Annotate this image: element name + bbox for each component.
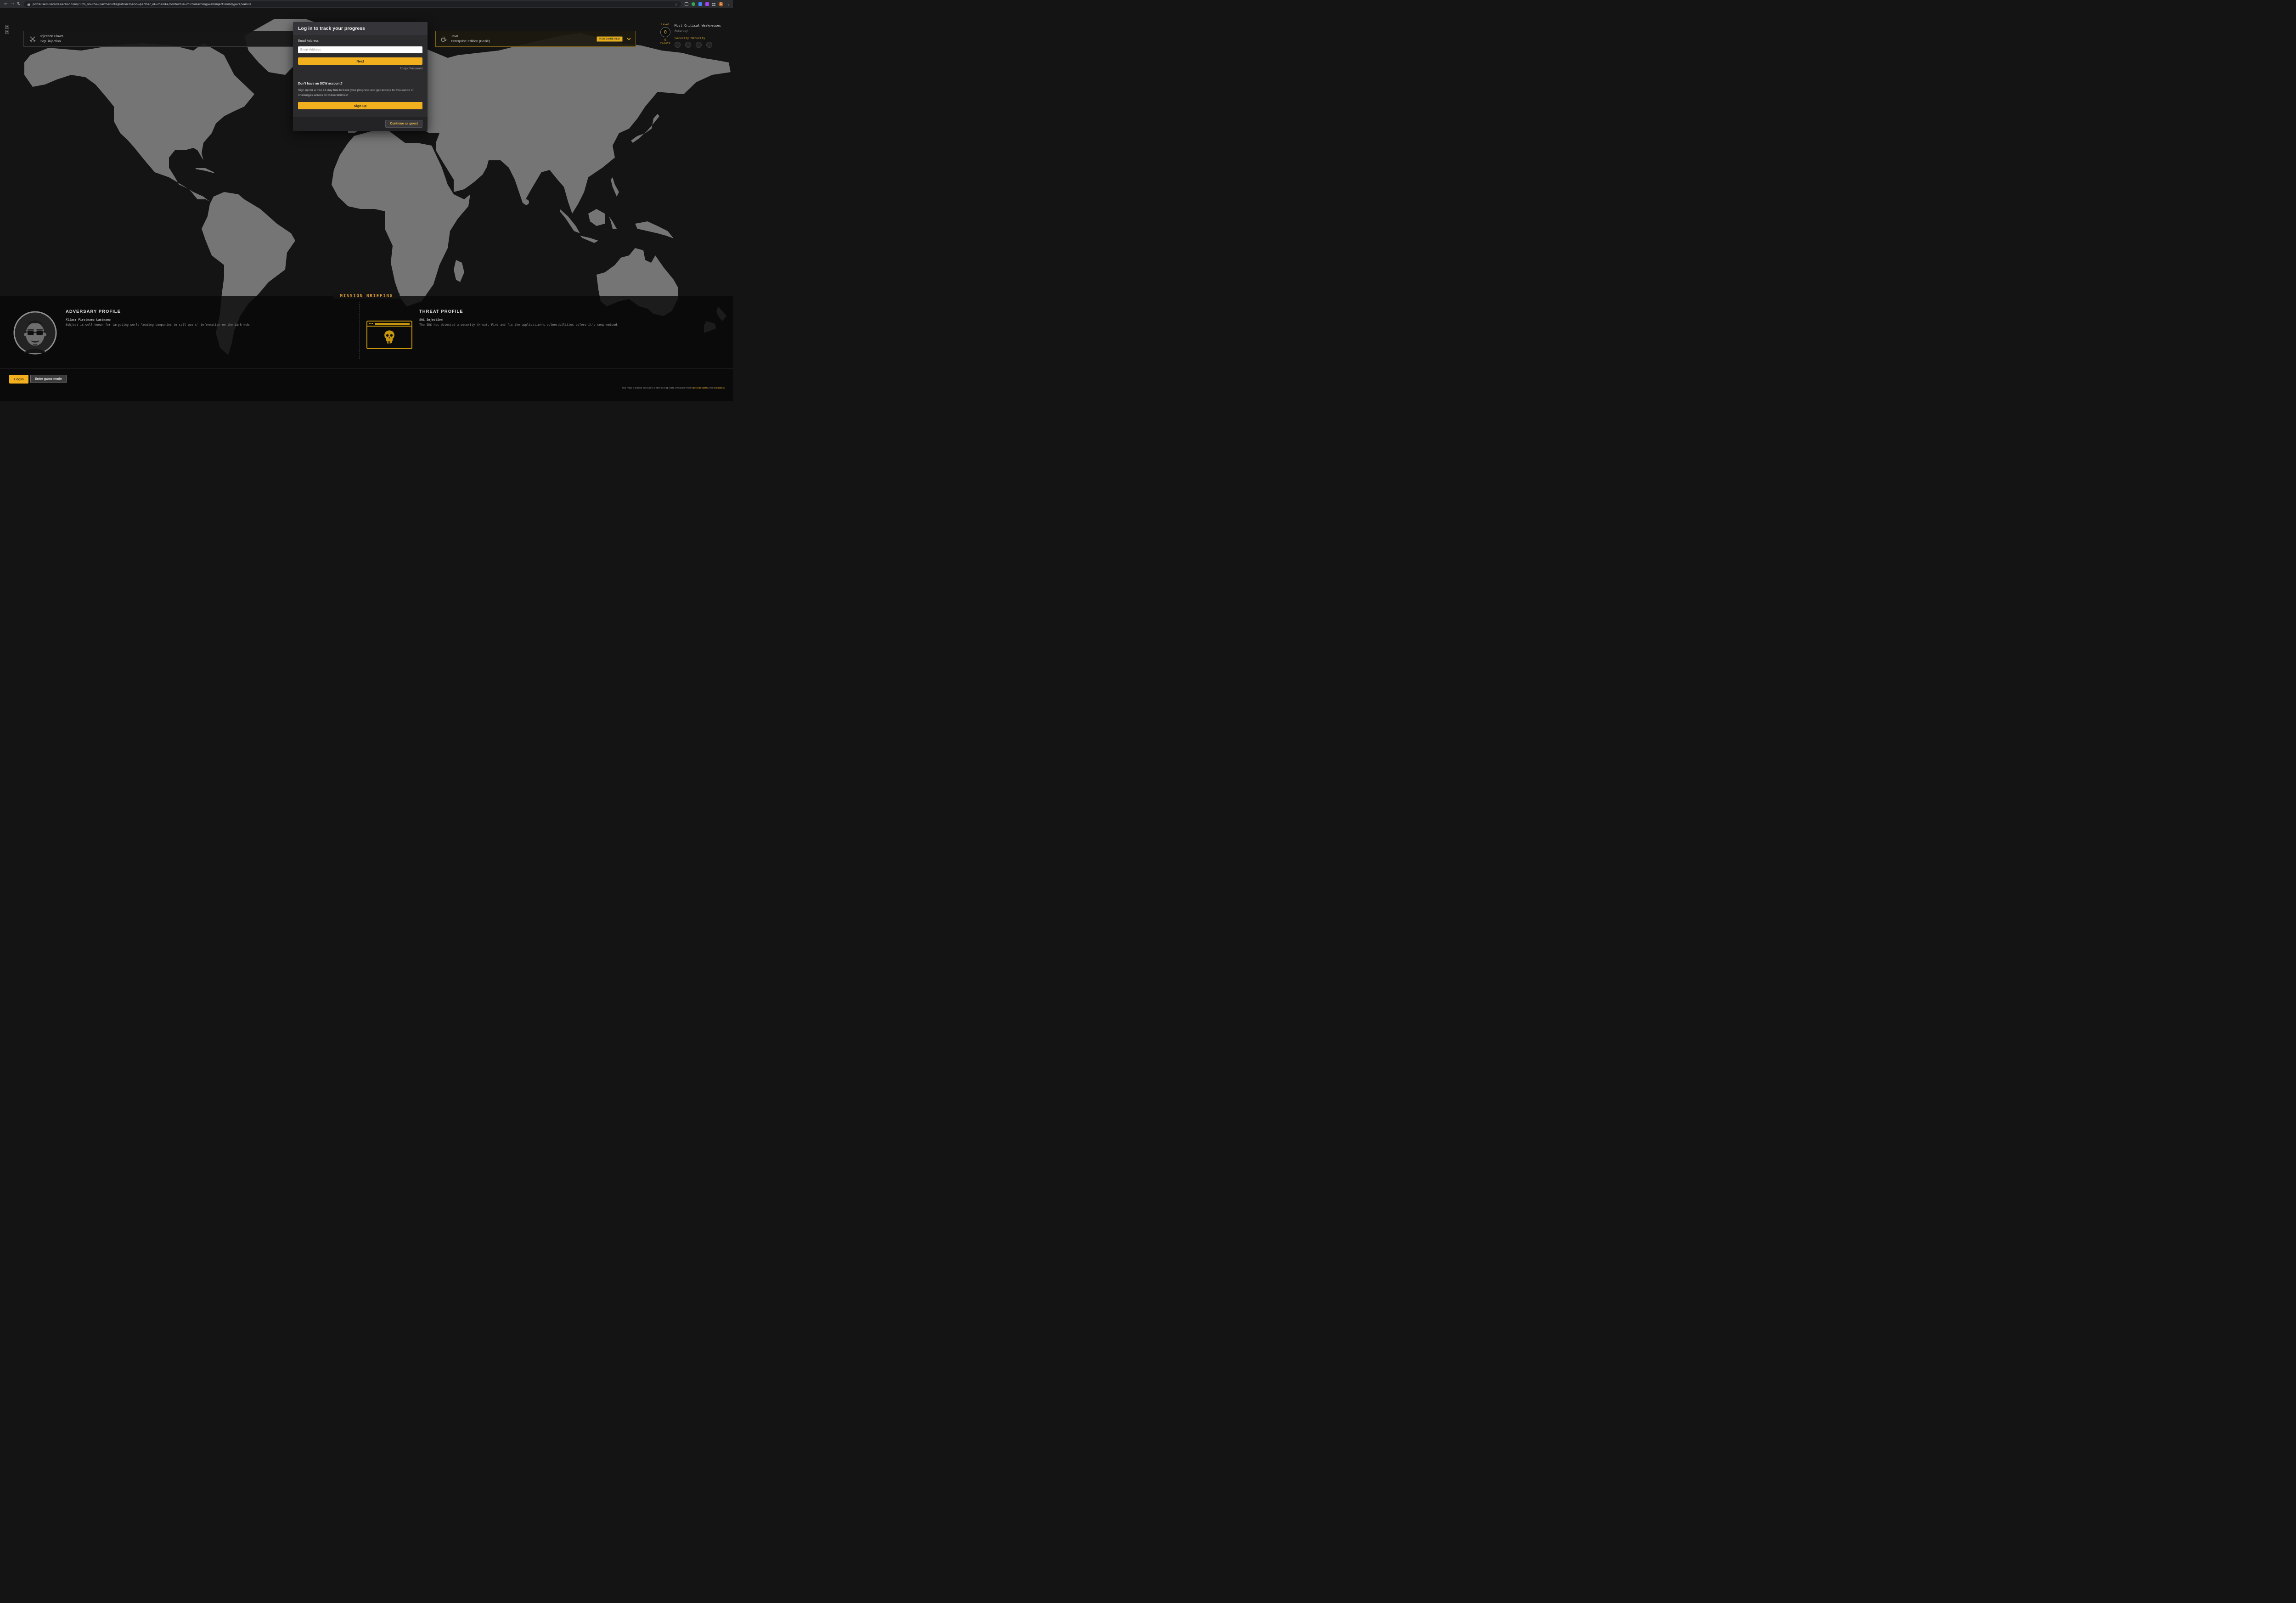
attribution-text: and xyxy=(708,387,714,389)
url-text: portal.securecodewarrior.com/?utm_source… xyxy=(33,2,672,6)
lock-icon xyxy=(27,2,30,6)
zoom-in-button[interactable]: + xyxy=(5,25,9,29)
crossed-swords-icon xyxy=(29,35,36,43)
category-subtitle: SQL injection xyxy=(40,39,63,44)
apps-grid-icon[interactable] xyxy=(712,3,715,6)
login-modal-footer: Continue as guest xyxy=(293,117,428,131)
weaknesses-title: Most Critical Weaknesses xyxy=(675,24,721,28)
extension-icon-blue[interactable] xyxy=(698,2,702,6)
skull-icon xyxy=(383,330,395,344)
threat-name: SQL injection xyxy=(419,318,704,322)
signup-button[interactable]: Sign up xyxy=(298,102,422,109)
extension-icon-purple[interactable] xyxy=(705,2,709,6)
forgot-password-link[interactable]: Forgot Password xyxy=(298,67,422,70)
email-label: Email Address xyxy=(298,40,422,43)
language-title: Java xyxy=(451,34,592,39)
maturity-badge xyxy=(685,42,691,48)
login-modal-title: Log in to track your progress xyxy=(298,26,422,31)
map-attribution: The map is based on public domain map da… xyxy=(622,387,725,389)
adversary-profile: ADVERSARY PROFILE Alias: Firstname Lastn… xyxy=(66,309,350,327)
adversary-alias: Alias: Firstname Lastname xyxy=(66,318,350,322)
threat-description: The IDS has detected a security threat. … xyxy=(419,323,704,327)
maturity-badge xyxy=(706,42,712,48)
reload-icon[interactable]: ↻ xyxy=(16,2,22,6)
browser-toolbar: ← → ↻ portal.securecodewarrior.com/?utm_… xyxy=(0,0,733,8)
adversary-avatar xyxy=(13,310,57,355)
points-label: Points xyxy=(660,42,671,45)
threat-profile: THREAT PROFILE SQL injection The IDS has… xyxy=(419,309,704,327)
zoom-out-button[interactable]: − xyxy=(5,30,9,34)
share-icon[interactable] xyxy=(685,2,688,6)
back-icon[interactable]: ← xyxy=(3,2,9,6)
chevron-down-icon[interactable] xyxy=(627,38,631,40)
login-modal: Log in to track your progress Email Addr… xyxy=(293,22,428,131)
language-selector[interactable]: Java Enterprise Edition (Basic) REMEMBER… xyxy=(435,31,636,47)
attribution-link-2[interactable]: Wikipedia xyxy=(714,387,725,389)
signup-text: Sign up for a free 14-day trial to track… xyxy=(298,88,422,98)
maturity-badge xyxy=(675,42,681,48)
login-button[interactable]: Login xyxy=(9,375,28,384)
forward-icon[interactable]: → xyxy=(9,2,16,6)
enter-game-mode-button[interactable]: Enter game mode xyxy=(30,375,67,383)
maturity-badges xyxy=(675,42,721,48)
threat-window-graphic xyxy=(366,321,412,349)
browser-menu-icon[interactable]: ⋮ xyxy=(726,2,730,6)
mission-briefing-title: MISSION BRIEFING xyxy=(333,294,400,299)
attribution-link-1[interactable]: Natural Earth xyxy=(692,387,708,389)
url-bar[interactable]: portal.securecodewarrior.com/?utm_source… xyxy=(24,1,681,7)
player-stats: Level 0 0 Points Most Critical Weaknesse… xyxy=(660,23,730,48)
level-value: 0 xyxy=(660,27,670,37)
email-field[interactable] xyxy=(298,46,422,53)
adversary-description: Subject is well-known for targeting worl… xyxy=(66,323,350,327)
maturity-label: Security Maturity xyxy=(675,36,721,40)
mission-briefing-section: MISSION BRIEFING ADVERSARY PROFILE Alias… xyxy=(0,296,733,401)
maturity-badge xyxy=(696,42,702,48)
signup-heading: Don't have an SCW account? xyxy=(298,82,422,85)
continue-as-guest-button[interactable]: Continue as guest xyxy=(385,120,422,128)
level-label: Level xyxy=(660,23,671,26)
accuracy-label: Accuracy xyxy=(675,29,721,33)
attribution-text: The map is based on public domain map da… xyxy=(622,387,692,389)
browser-profile-avatar[interactable]: C xyxy=(719,2,723,6)
adversary-heading: ADVERSARY PROFILE xyxy=(66,309,350,314)
points-value: 0 xyxy=(660,38,671,42)
language-subtitle: Enterprise Edition (Basic) xyxy=(451,39,592,44)
next-button[interactable]: Next xyxy=(298,57,422,65)
map-zoom-controls: + − xyxy=(5,25,9,35)
java-cup-icon xyxy=(440,35,447,43)
category-title: Injection Flaws xyxy=(40,34,63,39)
threat-heading: THREAT PROFILE xyxy=(419,309,704,314)
remembered-badge: REMEMBERED xyxy=(597,36,623,42)
bookmark-star-icon[interactable]: ☆ xyxy=(675,2,678,6)
extension-icon-green[interactable] xyxy=(692,2,695,6)
login-modal-header: Log in to track your progress xyxy=(293,22,428,35)
threat-window-titlebar xyxy=(367,322,411,327)
category-panel: Injection Flaws SQL injection xyxy=(23,31,326,47)
